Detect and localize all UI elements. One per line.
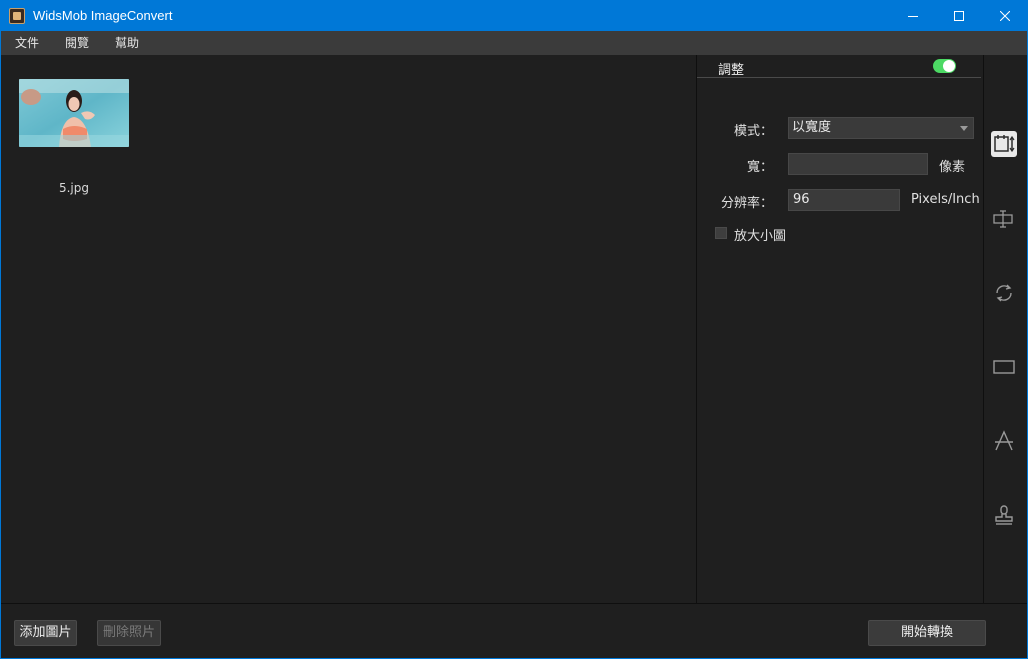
watermark-text-icon (993, 210, 1013, 228)
tool-stamp[interactable] (991, 502, 1017, 528)
enlarge-label: 放大小圖 (734, 229, 787, 244)
menu-file[interactable]: 文件 (1, 31, 51, 55)
tool-watermark[interactable] (991, 206, 1017, 232)
rotate-icon (996, 284, 1012, 302)
app-icon (9, 7, 25, 24)
mode-select[interactable]: 以寬度 (788, 117, 974, 139)
menu-bar: 文件 閱覽 幫助 (1, 31, 1027, 55)
text-icon (995, 430, 1013, 451)
bottom-bar: 添加圖片 刪除照片 開始轉換 (1, 603, 1027, 658)
mode-label: 模式： (733, 124, 773, 139)
stamp-icon (995, 505, 1013, 525)
minimize-icon (908, 15, 918, 17)
width-unit: 像素 (939, 160, 966, 175)
resize-icon (994, 135, 1015, 153)
resolution-label: 分辨率： (720, 196, 773, 211)
border-icon (993, 360, 1015, 374)
tool-text[interactable] (991, 428, 1017, 454)
resolution-unit: Pixels/Inch (911, 192, 980, 207)
add-images-button[interactable]: 添加圖片 (14, 620, 77, 646)
thumbnail-photo (19, 79, 129, 147)
enlarge-checkbox[interactable] (715, 227, 727, 239)
title-bar: WidsMob ImageConvert (0, 0, 1028, 31)
side-toolbar (984, 55, 1027, 603)
width-label: 寬： (746, 160, 773, 175)
tool-border[interactable] (991, 354, 1017, 380)
close-button[interactable] (982, 0, 1028, 31)
menu-view[interactable]: 閱覽 (51, 31, 101, 55)
mode-select-value: 以寬度 (792, 120, 832, 135)
panel-header: 調整 (697, 55, 981, 78)
resolution-input[interactable]: 96 (788, 189, 900, 211)
maximize-button[interactable] (936, 0, 982, 31)
resolution-input-value: 96 (793, 192, 810, 207)
width-input[interactable] (788, 153, 928, 175)
start-convert-button[interactable]: 開始轉換 (868, 620, 986, 646)
image-thumbnail[interactable] (19, 79, 129, 147)
thumbnail-filename: 5.jpg (58, 181, 90, 195)
window-controls (890, 0, 1028, 31)
adjust-toggle[interactable] (933, 59, 956, 73)
image-gallery: 5.jpg (1, 55, 696, 603)
minimize-button[interactable] (890, 0, 936, 31)
tool-rotate[interactable] (991, 280, 1017, 306)
tool-resize[interactable] (991, 131, 1017, 157)
close-icon (1000, 10, 1010, 21)
window-title: WidsMob ImageConvert (33, 8, 173, 23)
chevron-down-icon (960, 126, 968, 131)
menu-help[interactable]: 幫助 (101, 31, 151, 55)
remove-photo-button[interactable]: 刪除照片 (97, 620, 161, 646)
adjust-panel: 調整 模式： 以寬度 寬： 像素 分辨率： 96 Pixels/Inch 放大小… (697, 55, 983, 603)
panel-title: 調整 (718, 63, 745, 78)
maximize-icon (954, 10, 964, 21)
